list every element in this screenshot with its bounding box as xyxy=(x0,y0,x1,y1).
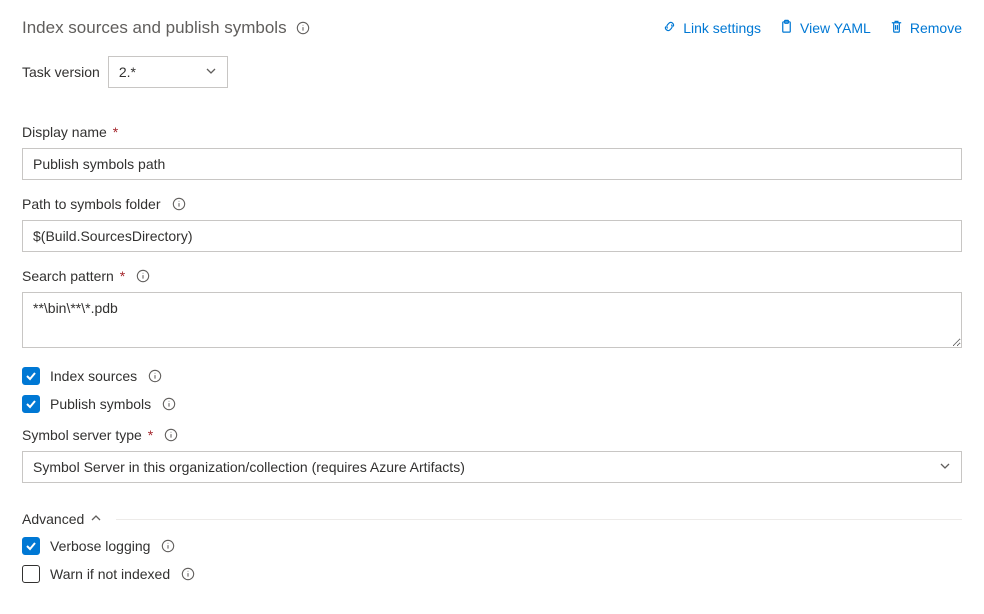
section-divider xyxy=(116,519,962,520)
search-pattern-label: Search pattern * xyxy=(22,268,125,284)
link-icon xyxy=(662,19,677,37)
info-icon[interactable] xyxy=(180,566,196,582)
task-version-label: Task version xyxy=(22,64,100,80)
trash-icon xyxy=(889,19,904,37)
search-pattern-input[interactable]: **\bin\**\*.pdb xyxy=(22,292,962,348)
publish-symbols-label: Publish symbols xyxy=(50,396,151,412)
info-icon[interactable] xyxy=(160,538,176,554)
page-title: Index sources and publish symbols xyxy=(22,18,311,38)
symbols-folder-label: Path to symbols folder xyxy=(22,196,161,212)
link-settings-label: Link settings xyxy=(683,20,761,36)
symbols-folder-input[interactable] xyxy=(22,220,962,252)
server-type-label: Symbol server type * xyxy=(22,427,153,443)
remove-button[interactable]: Remove xyxy=(889,19,962,37)
display-name-input[interactable] xyxy=(22,148,962,180)
display-name-label: Display name * xyxy=(22,124,118,140)
view-yaml-label: View YAML xyxy=(800,20,871,36)
info-icon[interactable] xyxy=(295,20,311,36)
verbose-logging-label: Verbose logging xyxy=(50,538,150,554)
advanced-title: Advanced xyxy=(22,511,84,527)
advanced-section-toggle[interactable]: Advanced xyxy=(22,511,962,527)
chevron-down-icon xyxy=(205,64,217,80)
info-icon[interactable] xyxy=(135,268,151,284)
clipboard-icon xyxy=(779,19,794,37)
header-actions: Link settings View YAML Remove xyxy=(662,19,962,37)
info-icon[interactable] xyxy=(161,396,177,412)
link-settings-button[interactable]: Link settings xyxy=(662,19,761,37)
info-icon[interactable] xyxy=(171,196,187,212)
server-type-dropdown[interactable]: Symbol Server in this organization/colle… xyxy=(22,451,962,483)
chevron-down-icon xyxy=(939,459,951,475)
warn-not-indexed-label: Warn if not indexed xyxy=(50,566,170,582)
task-version-dropdown[interactable]: 2.* xyxy=(108,56,228,88)
remove-label: Remove xyxy=(910,20,962,36)
view-yaml-button[interactable]: View YAML xyxy=(779,19,871,37)
warn-not-indexed-checkbox[interactable] xyxy=(22,565,40,583)
chevron-up-icon xyxy=(90,511,102,527)
info-icon[interactable] xyxy=(147,368,163,384)
index-sources-checkbox[interactable] xyxy=(22,367,40,385)
info-icon[interactable] xyxy=(163,427,179,443)
index-sources-label: Index sources xyxy=(50,368,137,384)
verbose-logging-checkbox[interactable] xyxy=(22,537,40,555)
task-version-value: 2.* xyxy=(119,64,136,80)
server-type-value: Symbol Server in this organization/colle… xyxy=(33,459,465,475)
page-title-text: Index sources and publish symbols xyxy=(22,18,287,38)
publish-symbols-checkbox[interactable] xyxy=(22,395,40,413)
